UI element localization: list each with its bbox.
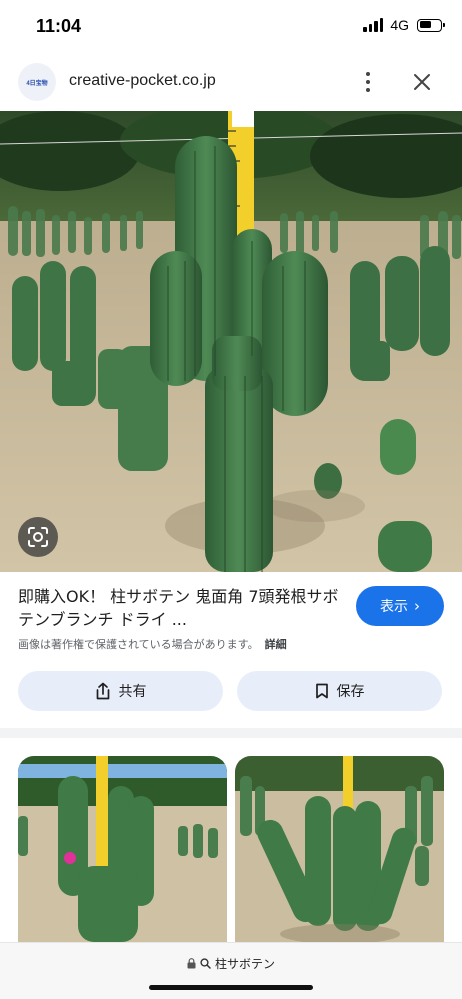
url-chip[interactable]: 柱サボテン xyxy=(0,955,462,972)
copyright-note: 画像は著作権で保護されている場合があります。 詳細 xyxy=(18,636,287,652)
lens-search-button[interactable] xyxy=(18,517,58,557)
save-button[interactable]: 保存 xyxy=(237,671,442,711)
related-image-thumbnail[interactable] xyxy=(18,756,227,942)
more-vert-icon[interactable] xyxy=(358,68,378,96)
share-button[interactable]: 共有 xyxy=(18,671,223,711)
hero-image[interactable] xyxy=(0,111,462,572)
home-indicator[interactable] xyxy=(149,985,313,990)
site-domain[interactable]: creative-pocket.co.jp xyxy=(69,72,216,90)
battery-level xyxy=(419,21,431,28)
signal-icon xyxy=(363,18,384,32)
status-time: 11:04 xyxy=(36,16,82,36)
view-button-label: 表示 xyxy=(380,599,408,615)
chevron-right-icon: › xyxy=(414,597,420,615)
lock-icon xyxy=(187,958,196,969)
network-label: 4G xyxy=(390,17,409,33)
related-image-thumbnail[interactable] xyxy=(235,756,444,942)
bottom-url-bar[interactable]: 柱サボテン xyxy=(0,942,462,999)
save-label: 保存 xyxy=(336,684,365,700)
result-header: 4日宝物 creative-pocket.co.jp xyxy=(0,58,462,108)
status-indicators: 4G xyxy=(363,17,445,33)
favicon-text: 4日宝物 xyxy=(26,80,48,87)
search-icon xyxy=(200,958,211,969)
share-label: 共有 xyxy=(118,684,147,700)
section-divider xyxy=(0,728,462,738)
bookmark-icon xyxy=(315,683,328,699)
site-favicon-icon: 4日宝物 xyxy=(18,63,56,101)
status-bar: 11:04 4G xyxy=(0,0,462,54)
lens-icon xyxy=(28,527,48,547)
battery-icon xyxy=(417,18,445,32)
view-button[interactable]: 表示 › xyxy=(356,586,444,626)
result-title[interactable]: 即購入OK！ 柱サボテン 鬼面角 7頭発根サボテンブランチ ドライ ... xyxy=(18,585,348,631)
details-link[interactable]: 詳細 xyxy=(265,638,287,651)
share-icon xyxy=(96,682,109,700)
copyright-text: 画像は著作権で保護されている場合があります。 xyxy=(18,638,259,651)
close-icon[interactable] xyxy=(410,70,434,94)
search-query: 柱サボテン xyxy=(214,957,275,971)
